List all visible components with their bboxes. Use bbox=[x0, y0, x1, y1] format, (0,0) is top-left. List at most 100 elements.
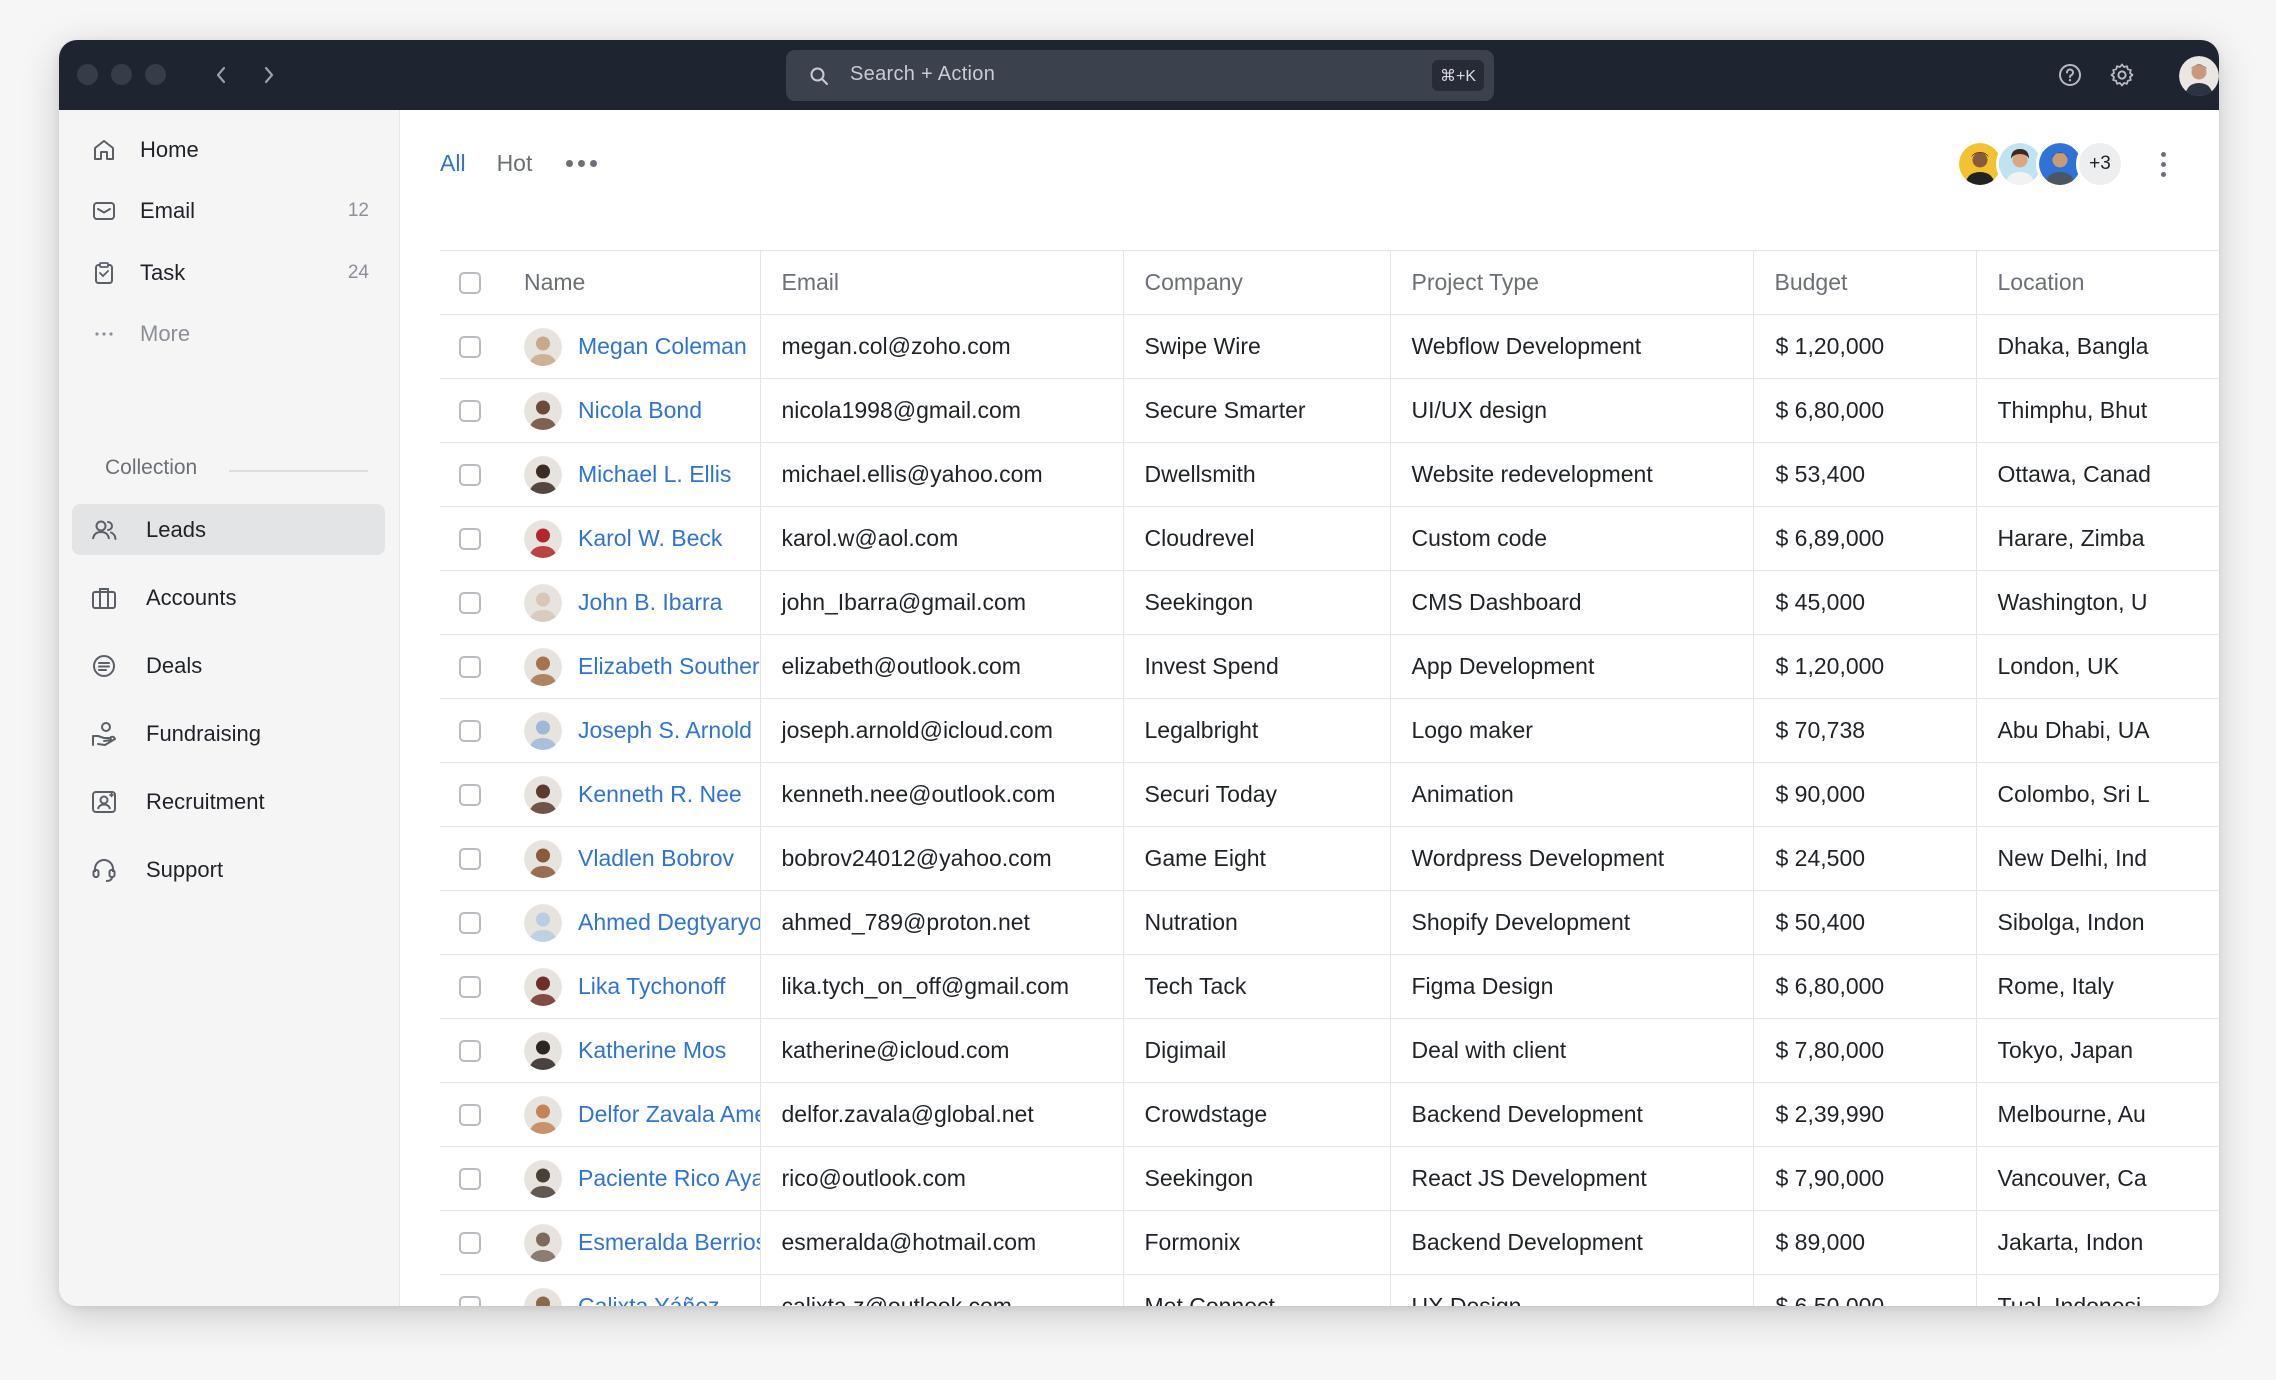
company-cell: Tech Tack bbox=[1122, 954, 1390, 1019]
row-checkbox[interactable] bbox=[459, 1231, 481, 1254]
table-row[interactable]: Katherine Mos katherine@icloud.com Digimai… bbox=[440, 1018, 2219, 1083]
help-icon[interactable] bbox=[2056, 61, 2084, 89]
sidebar: Home Email 12 Task 24 More Collection Le… bbox=[59, 110, 400, 1306]
column-header-name[interactable]: Name bbox=[496, 250, 760, 315]
select-all-checkbox[interactable] bbox=[459, 271, 481, 294]
settings-gear-icon[interactable] bbox=[2108, 61, 2136, 89]
contact-name-link[interactable]: Karol W. Beck bbox=[578, 525, 722, 552]
column-header-budget[interactable]: Budget bbox=[1752, 250, 1976, 315]
sidebar-item-deals[interactable]: Deals bbox=[72, 640, 385, 691]
contact-name-link[interactable]: Vladlen Bobrov bbox=[578, 845, 734, 872]
back-button[interactable] bbox=[209, 58, 233, 92]
tab-hot[interactable]: Hot bbox=[497, 150, 533, 177]
contact-name-link[interactable]: Esmeralda Berrios bbox=[578, 1229, 760, 1256]
row-checkbox[interactable] bbox=[459, 399, 481, 422]
sidebar-item-fundraising[interactable]: Fundraising bbox=[72, 708, 385, 759]
project-type-cell: Custom code bbox=[1389, 506, 1753, 571]
table-row[interactable]: Joseph S. Arnold joseph.arnold@icloud.com… bbox=[440, 698, 2219, 763]
project-type-cell: React JS Development bbox=[1389, 1146, 1753, 1211]
sidebar-item-task[interactable]: Task 24 bbox=[89, 251, 369, 295]
row-checkbox[interactable] bbox=[459, 911, 481, 934]
row-checkbox[interactable] bbox=[459, 591, 481, 614]
email-count-badge: 12 bbox=[347, 200, 369, 221]
more-tabs-button[interactable] bbox=[566, 160, 598, 167]
sidebar-item-recruitment[interactable]: Recruitment bbox=[72, 776, 385, 827]
contact-name-link[interactable]: Kenneth R. Nee bbox=[578, 781, 742, 808]
budget-cell: $ 90,000 bbox=[1752, 762, 1976, 827]
row-checkbox[interactable] bbox=[459, 463, 481, 486]
sidebar-item-leads[interactable]: Leads bbox=[72, 504, 385, 555]
contact-name-link[interactable]: Calixta Yáñez bbox=[578, 1293, 720, 1306]
row-checkbox[interactable] bbox=[459, 1103, 481, 1126]
sidebar-item-support[interactable]: Support bbox=[72, 844, 385, 895]
row-select-cell bbox=[440, 826, 496, 891]
row-checkbox[interactable] bbox=[459, 527, 481, 550]
row-checkbox[interactable] bbox=[459, 847, 481, 870]
table-row[interactable]: Elizabeth Southern elizabeth@outlook.com I… bbox=[440, 634, 2219, 699]
location-cell: Tokyo, Japan bbox=[1975, 1018, 2219, 1083]
name-cell: Ahmed Degtyaryov bbox=[496, 890, 760, 955]
email-cell: calixta.z@outlook.com bbox=[759, 1274, 1123, 1306]
contact-name-link[interactable]: Michael L. Ellis bbox=[578, 461, 731, 488]
row-checkbox[interactable] bbox=[459, 1167, 481, 1190]
contact-name-link[interactable]: Delfor Zavala Ame bbox=[578, 1101, 760, 1128]
table-row[interactable]: Vladlen Bobrov bobrov24012@yahoo.com Game … bbox=[440, 826, 2219, 891]
contact-avatar bbox=[524, 1095, 562, 1134]
contact-name-link[interactable]: Nicola Bond bbox=[578, 397, 702, 424]
contact-name-link[interactable]: John B. Ibarra bbox=[578, 589, 722, 616]
company-cell: Crowdstage bbox=[1122, 1082, 1390, 1147]
tab-all[interactable]: All bbox=[440, 150, 466, 177]
sidebar-item-accounts[interactable]: Accounts bbox=[72, 572, 385, 623]
column-header-company[interactable]: Company bbox=[1122, 250, 1390, 315]
table-row[interactable]: Kenneth R. Nee kenneth.nee@outlook.com Sec… bbox=[440, 762, 2219, 827]
row-checkbox[interactable] bbox=[459, 719, 481, 742]
contact-name-link[interactable]: Elizabeth Southern bbox=[578, 653, 760, 680]
row-checkbox[interactable] bbox=[459, 1039, 481, 1062]
row-checkbox[interactable] bbox=[459, 975, 481, 998]
table-row[interactable]: Calixta Yáñez calixta.z@outlook.com Met Co… bbox=[440, 1274, 2219, 1306]
table-row[interactable]: Paciente Rico Ayalarico@outlook.comSeeki… bbox=[440, 1146, 2219, 1211]
email-cell: elizabeth@outlook.com bbox=[759, 634, 1123, 699]
contact-name-link[interactable]: Megan Coleman bbox=[578, 333, 747, 360]
sidebar-item-home[interactable]: Home bbox=[89, 128, 369, 172]
close-window-button[interactable] bbox=[77, 64, 98, 85]
contact-name-link[interactable]: Paciente Rico Ayala bbox=[578, 1165, 760, 1192]
search-bar[interactable]: Search + Action ⌘+K bbox=[786, 50, 1494, 101]
forward-button[interactable] bbox=[257, 58, 281, 92]
email-cell: lika.tych_on_off@gmail.com bbox=[759, 954, 1123, 1019]
table-row[interactable]: Lika Tychonoff lika.tych_on_off@gmail.com… bbox=[440, 954, 2219, 1019]
maximize-window-button[interactable] bbox=[145, 64, 166, 85]
user-avatar[interactable] bbox=[2179, 56, 2219, 96]
sidebar-item-email[interactable]: Email 12 bbox=[89, 189, 369, 233]
contact-name-link[interactable]: Joseph S. Arnold bbox=[578, 717, 752, 744]
table-row[interactable]: Ahmed Degtyaryov ahmed_789@proton.net Nutr… bbox=[440, 890, 2219, 955]
company-cell: Seekingon bbox=[1122, 570, 1390, 635]
budget-cell: $ 50,400 bbox=[1752, 890, 1976, 955]
table-row[interactable]: Karol W. Beck karol.w@aol.com Cloudrevel Cu… bbox=[440, 506, 2219, 571]
row-checkbox[interactable] bbox=[459, 783, 481, 806]
row-checkbox[interactable] bbox=[459, 335, 481, 358]
column-header-location[interactable]: Location bbox=[1975, 250, 2219, 315]
table-row[interactable]: Delfor Zavala Ame delfor.zavala@global.ne… bbox=[440, 1082, 2219, 1147]
column-header-email[interactable]: Email bbox=[759, 250, 1123, 315]
collaborator-avatars[interactable]: +3 bbox=[1956, 140, 2124, 188]
location-cell: Washington, U bbox=[1975, 570, 2219, 635]
column-header-project-type[interactable]: Project Type bbox=[1389, 250, 1753, 315]
name-cell: Esmeralda Berrios bbox=[496, 1210, 760, 1275]
table-row[interactable]: Megan Coleman megan.col@zoho.com Swipe Wir… bbox=[440, 314, 2219, 379]
location-cell: Tual, Indonesi bbox=[1975, 1274, 2219, 1306]
contact-name-link[interactable]: Ahmed Degtyaryov bbox=[578, 909, 760, 936]
table-row[interactable]: Esmeralda Berrios esmeralda@hotmail.com Fo… bbox=[440, 1210, 2219, 1275]
table-row[interactable]: Michael L. Ellis michael.ellis@yahoo.com D… bbox=[440, 442, 2219, 507]
project-type-cell: Wordpress Development bbox=[1389, 826, 1753, 891]
contact-name-link[interactable]: Katherine Mos bbox=[578, 1037, 726, 1064]
table-row[interactable]: Nicola Bond nicola1998@gmail.com Secure Sm… bbox=[440, 378, 2219, 443]
contact-name-link[interactable]: Lika Tychonoff bbox=[578, 973, 725, 1000]
table-row[interactable]: John B. Ibarra john_Ibarra@gmail.com Seeki… bbox=[440, 570, 2219, 635]
minimize-window-button[interactable] bbox=[111, 64, 132, 85]
row-checkbox[interactable] bbox=[459, 1295, 481, 1306]
row-checkbox[interactable] bbox=[459, 655, 481, 678]
sidebar-item-more[interactable]: More bbox=[89, 312, 369, 356]
location-cell: Thimphu, Bhut bbox=[1975, 378, 2219, 443]
more-options-button[interactable] bbox=[2153, 148, 2173, 180]
